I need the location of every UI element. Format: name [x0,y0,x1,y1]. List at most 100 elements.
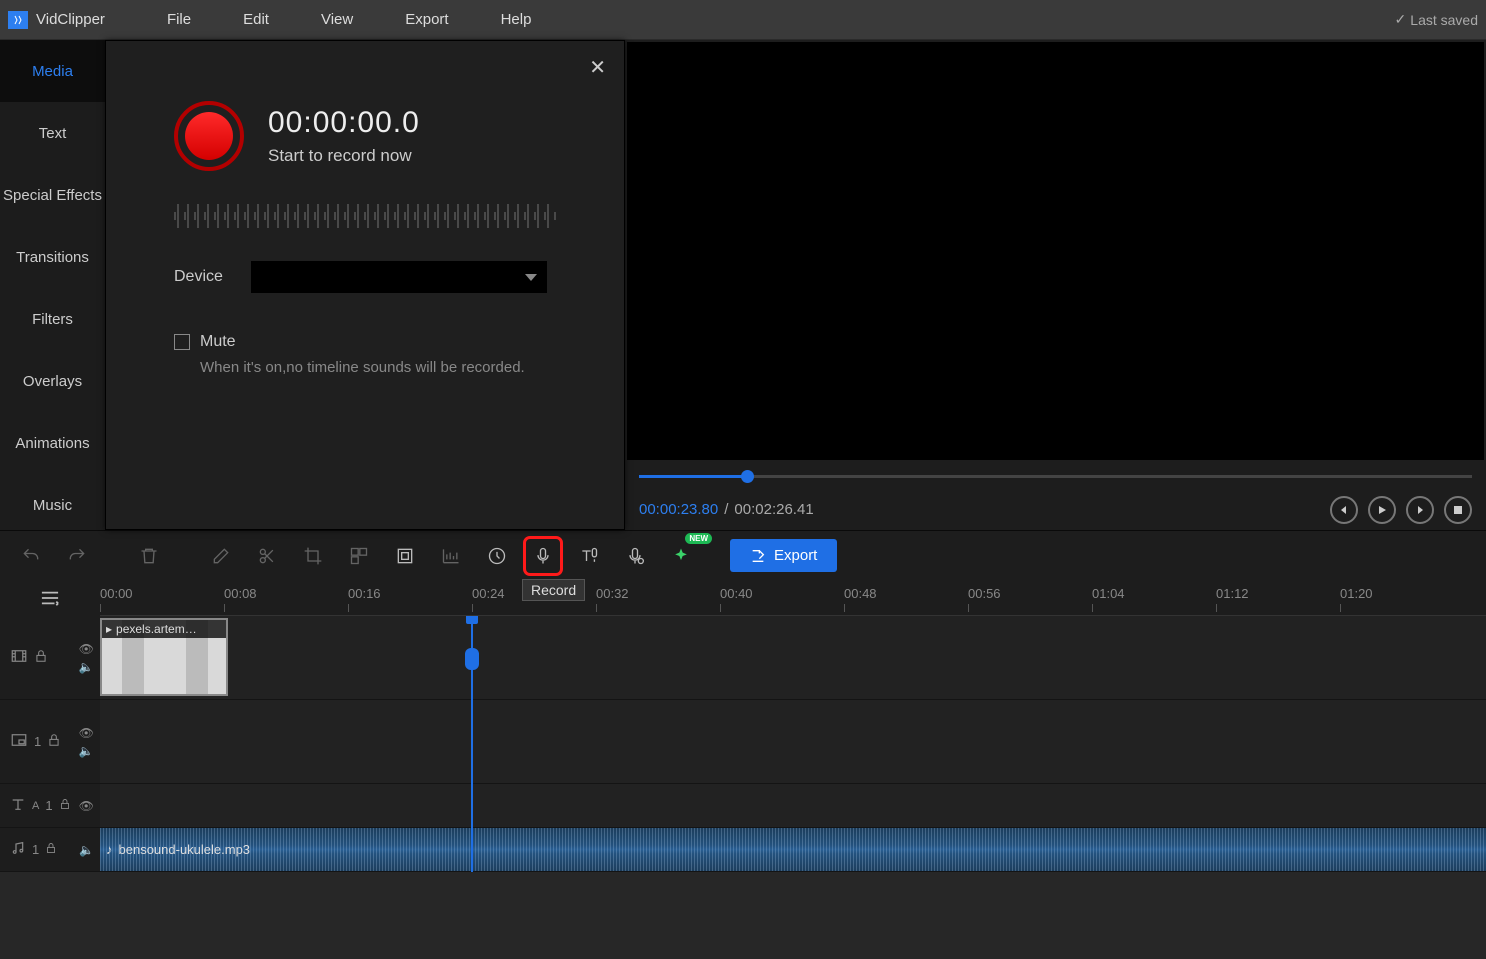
prev-frame-button[interactable] [1330,496,1358,524]
edit-button[interactable] [204,539,238,573]
record-timer: 00:00:00.0 [268,106,420,140]
track-options-button[interactable] [0,580,100,616]
menu-bar: VidClipper File Edit View Export Help ✓ … [0,0,1486,40]
ai-tools-button[interactable]: NEW [664,539,698,573]
stop-button[interactable] [1444,496,1472,524]
lock-icon[interactable] [34,649,48,666]
sidebar-item-text[interactable]: Text [0,102,105,164]
menu-export[interactable]: Export [379,11,474,28]
close-icon[interactable]: ✕ [589,55,606,80]
waveform-placeholder [174,201,556,231]
ruler-tick: 01:04 [1092,586,1125,601]
lock-icon[interactable] [59,798,71,813]
mute-description: When it's on,no timeline sounds will be … [200,359,596,376]
menu-help[interactable]: Help [475,11,558,28]
export-button[interactable]: Export [730,539,837,572]
preview-time-total: 00:02:26.41 [734,501,813,518]
duration-button[interactable] [480,539,514,573]
undo-button[interactable] [14,539,48,573]
sidebar-item-media[interactable]: Media [0,40,105,102]
split-button[interactable] [250,539,284,573]
freeze-frame-button[interactable] [388,539,422,573]
last-saved-status: ✓ Last saved [1395,11,1478,28]
text-track-icon [10,796,26,815]
ruler-tick: 00:40 [720,586,753,601]
ruler-tick: 00:24 [472,586,505,601]
left-sidebar: Media Text Special Effects Transitions F… [0,40,105,530]
app-name: VidClipper [36,11,105,28]
eye-icon[interactable]: 👁 [79,726,94,740]
menu-file[interactable]: File [141,11,217,28]
zoom-button[interactable] [434,539,468,573]
preview-time-current: 00:00:23.80 [639,501,718,518]
preview-progress[interactable] [639,475,1472,478]
video-clip-label: pexels.artem… [116,622,197,636]
mute-checkbox[interactable]: Mute [174,333,596,351]
text-to-speech-button[interactable] [572,539,606,573]
sidebar-item-overlays[interactable]: Overlays [0,350,105,412]
audio-track-lane[interactable]: ♪ bensound-ukulele.mp3 [100,828,1486,871]
video-track-row: 👁 🔈 ▸ pexels.artem… [0,616,1486,700]
eye-icon[interactable]: 👁 [79,642,94,656]
preview-time-separator: / [724,501,728,518]
playhead-grip-icon[interactable] [465,648,479,670]
ruler-tick: 00:56 [968,586,1001,601]
sidebar-item-special-effects[interactable]: Special Effects [0,164,105,226]
lock-icon[interactable] [45,842,57,857]
device-label: Device [174,268,223,286]
sidebar-item-filters[interactable]: Filters [0,288,105,350]
crop-button[interactable] [296,539,330,573]
pip-track-lane[interactable] [100,700,1486,783]
video-track-lane[interactable]: ▸ pexels.artem… [100,616,1486,699]
export-button-label: Export [774,547,817,564]
ruler-tick: 00:48 [844,586,877,601]
record-subtitle: Start to record now [268,146,420,166]
video-clip[interactable]: ▸ pexels.artem… [100,618,228,696]
preview-pane: 00:00:23.80 / 00:02:26.41 [625,40,1486,530]
menu-view[interactable]: View [295,11,379,28]
sidebar-item-transitions[interactable]: Transitions [0,226,105,288]
clip-icon: ▸ [106,622,112,636]
preview-video[interactable] [627,42,1484,460]
eye-icon[interactable]: 👁 [79,799,94,813]
checkbox-icon [174,334,190,350]
speaker-icon[interactable]: 🔈 [79,744,94,758]
timeline-ruler[interactable]: 00:00 00:08 00:16 00:24 00:32 00:40 00:4… [100,580,1486,616]
last-saved-label: Last saved [1410,12,1478,28]
ruler-tick: 00:16 [348,586,381,601]
device-select[interactable] [251,261,547,293]
ruler-tick: 00:08 [224,586,257,601]
speaker-icon[interactable]: 🔈 [79,843,94,857]
check-icon: ✓ [1395,11,1407,28]
speaker-icon[interactable]: 🔈 [79,660,94,674]
play-button[interactable] [1368,496,1396,524]
preview-progress-knob[interactable] [741,470,754,483]
music-note-icon: ♪ [106,842,113,857]
next-frame-button[interactable] [1406,496,1434,524]
audio-clip[interactable]: ♪ bensound-ukulele.mp3 [100,828,1486,871]
ruler-tick: 01:20 [1340,586,1373,601]
pip-track-row: 1 👁 🔈 [0,700,1486,784]
record-voiceover-button[interactable]: Record [526,539,560,573]
text-track-row: A 1 👁 [0,784,1486,828]
sidebar-item-animations[interactable]: Animations [0,412,105,474]
delete-button[interactable] [132,539,166,573]
text-track-lane[interactable] [100,784,1486,827]
redo-button[interactable] [60,539,94,573]
mute-label: Mute [200,333,236,351]
ruler-tick: 00:00 [100,586,133,601]
timeline: 00:00 00:08 00:16 00:24 00:32 00:40 00:4… [0,580,1486,872]
new-badge: NEW [685,533,712,544]
app-logo-icon [8,11,28,29]
mosaic-button[interactable] [342,539,376,573]
sidebar-item-music[interactable]: Music [0,474,105,536]
playhead[interactable] [471,616,473,872]
ruler-tick: 00:32 [596,586,629,601]
timeline-toolbar: Record NEW Export [0,530,1486,580]
record-button[interactable] [174,101,244,171]
video-track-icon [10,647,28,668]
speech-to-text-button[interactable] [618,539,652,573]
menu-edit[interactable]: Edit [217,11,295,28]
audio-track-index: 1 [32,842,39,857]
lock-icon[interactable] [47,733,61,750]
